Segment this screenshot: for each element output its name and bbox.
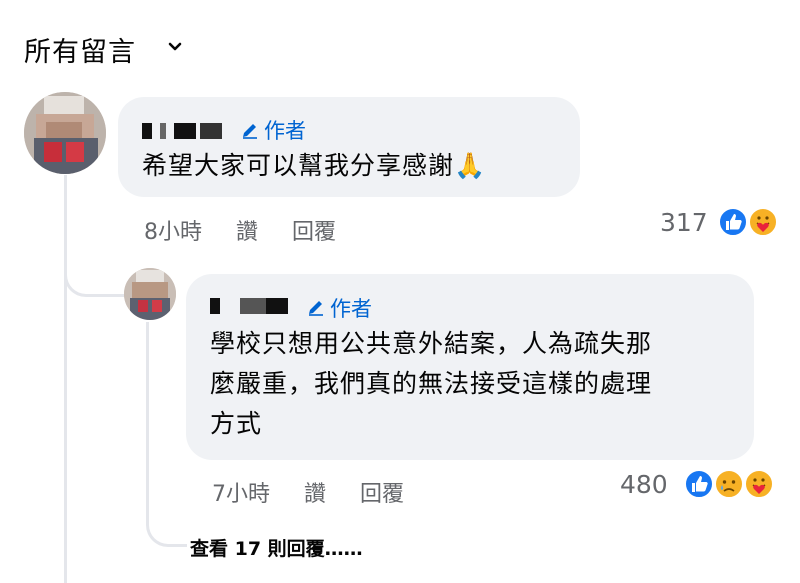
thread-connector [146, 322, 187, 547]
sad-icon[interactable] [714, 469, 744, 499]
avatar[interactable] [24, 92, 106, 174]
comment-text: 學校只想用公共意外結案，人為疏失那 麼嚴重，我們真的無法接受這樣的處理 方式 [210, 324, 652, 444]
pencil-icon [309, 301, 323, 316]
comment-text-line: 方式 [210, 409, 263, 438]
pencil-icon [243, 124, 257, 139]
comments-filter-title[interactable]: 所有留言 [24, 30, 136, 69]
comment-author-name[interactable] [142, 121, 226, 139]
care-icon[interactable] [748, 207, 778, 237]
view-more-replies-link[interactable]: 查看 17 則回覆…… [190, 534, 363, 561]
comment-meta: 7小時 讚 回覆 [212, 476, 404, 508]
comment-text-line: 麼嚴重，我們真的無法接受這樣的處理 [210, 369, 653, 398]
timestamp[interactable]: 7小時 [212, 482, 270, 507]
comment-text: 希望大家可以幫我分享感謝🙏 [142, 146, 486, 186]
reaction-count[interactable]: 480 [620, 470, 668, 499]
comment-text-line: 學校只想用公共意外結案，人為疏失那 [210, 329, 653, 358]
timestamp[interactable]: 8小時 [144, 220, 202, 245]
avatar[interactable] [124, 268, 176, 320]
reply-button[interactable]: 回覆 [360, 482, 404, 507]
reaction-count[interactable]: 317 [660, 208, 708, 237]
thread-line [64, 175, 67, 583]
chevron-down-icon[interactable] [164, 36, 186, 58]
reply-button[interactable]: 回覆 [292, 220, 336, 245]
author-badge: 作者 [264, 119, 306, 143]
like-icon[interactable] [684, 469, 714, 499]
thread-connector [64, 250, 127, 297]
comment-author-name[interactable] [210, 296, 294, 314]
pray-emoji: 🙏 [454, 151, 487, 180]
like-icon[interactable] [718, 207, 748, 237]
like-button[interactable]: 讚 [236, 220, 258, 245]
comment-text-body: 希望大家可以幫我分享感謝 [142, 151, 455, 180]
like-button[interactable]: 讚 [304, 482, 326, 507]
comment-meta: 8小時 讚 回覆 [144, 214, 336, 246]
author-badge: 作者 [330, 297, 372, 321]
care-icon[interactable] [744, 469, 774, 499]
